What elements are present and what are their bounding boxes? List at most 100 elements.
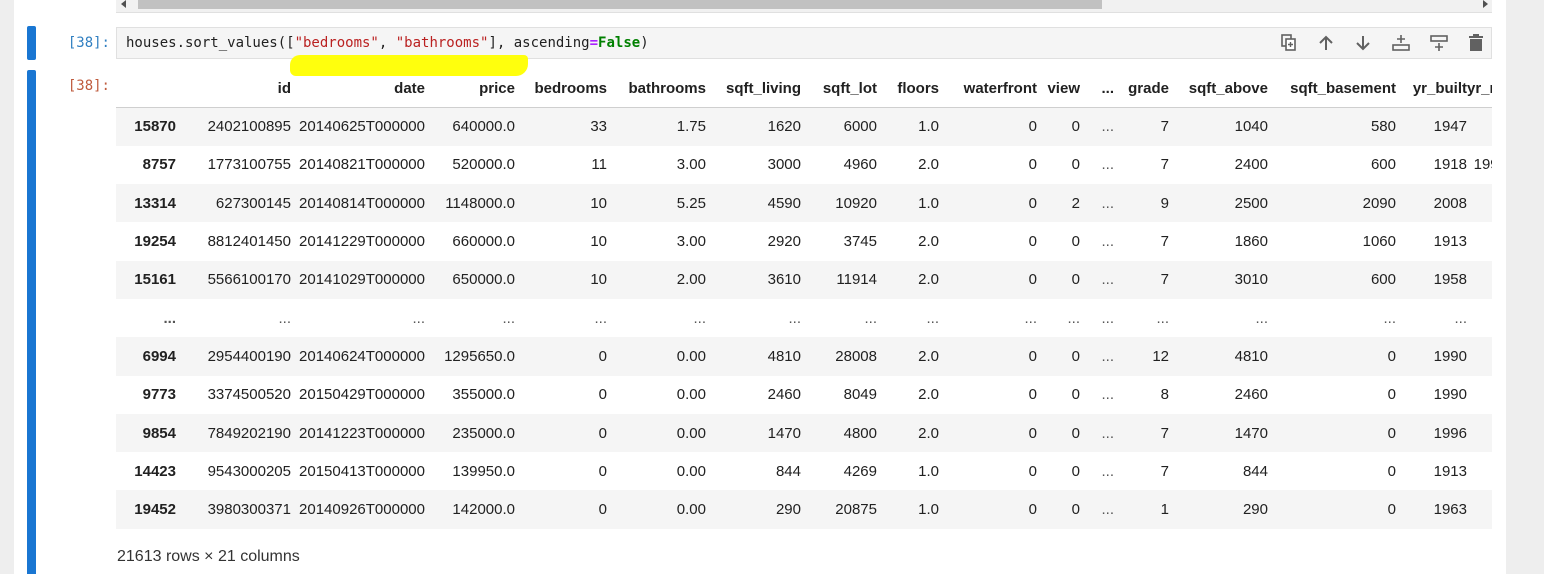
table-cell: 290	[775, 501, 801, 519]
table-cell: ...	[1101, 194, 1114, 212]
dataframe-table: id date price bedrooms bathrooms sqft_living s…	[116, 70, 1493, 529]
table-cell: 2460	[767, 386, 801, 404]
duplicate-icon[interactable]	[1276, 30, 1302, 56]
horizontal-scrollbar[interactable]	[116, 0, 1492, 13]
row-index: ...	[163, 309, 176, 327]
table-cell: 660000.0	[452, 233, 515, 251]
table-cell: 1148000.0	[445, 194, 515, 212]
table-cell: 12	[1152, 347, 1169, 365]
table-cell: ...	[594, 309, 607, 327]
table-cell: 7	[1160, 424, 1169, 442]
table-cell: 10	[590, 233, 607, 251]
table-row: 13314 627300145 20140814T000000 1148000.0 10…	[116, 184, 1493, 223]
move-up-icon[interactable]	[1313, 30, 1339, 56]
table-cell: 2.0	[918, 271, 939, 289]
table-cell: 2.0	[918, 233, 939, 251]
table-cell: 0	[1071, 386, 1080, 404]
table-cell: 0	[1028, 156, 1037, 174]
row-index: 8757	[142, 156, 176, 174]
table-cell: 1.0	[918, 194, 939, 212]
table-cell: 7	[1160, 156, 1169, 174]
table-cell: 1860	[1234, 233, 1268, 251]
table-row: 9854 7849202190 20141223T000000 235000.0 0 0.…	[116, 413, 1493, 453]
code-token: ,	[378, 35, 396, 51]
table-cell: 0	[1071, 118, 1080, 136]
table-cell: ...	[1101, 309, 1114, 327]
table-cell: 7	[1160, 271, 1169, 289]
table-cell: 139950.0	[452, 462, 515, 480]
table-cell: 0	[1028, 194, 1037, 212]
table-cell: ...	[788, 309, 801, 327]
table-cell: 0	[1071, 501, 1080, 519]
table-row: 15870 2402100895 20140625T000000 640000.0 33…	[116, 107, 1493, 146]
code-token: =	[589, 35, 599, 51]
table-cell: 2.0	[918, 347, 939, 365]
table-cell: 2.0	[918, 424, 939, 442]
code-line[interactable]: houses.sort_values(["bedrooms", "bathroo…	[126, 35, 649, 51]
table-cell: ...	[1454, 309, 1467, 327]
delete-icon[interactable]	[1463, 30, 1489, 56]
table-row: 19452 3980300371 20140926T000000 142000.0 0 0…	[116, 490, 1493, 529]
table-cell: ...	[1101, 462, 1114, 480]
table-cell: 0.00	[676, 501, 706, 519]
table-cell: 844	[775, 462, 801, 480]
table-cell: 0	[598, 424, 607, 442]
table-cell: 8812401450	[207, 233, 291, 251]
table-cell: 20141029T000000	[299, 271, 425, 289]
row-index: 19452	[134, 501, 176, 519]
column-header: bathrooms	[607, 70, 706, 108]
table-cell: 5566100170	[207, 271, 291, 289]
scroll-left-arrow-icon[interactable]	[121, 0, 126, 8]
table-cell: 1295650.0	[444, 347, 515, 365]
table-cell: ...	[1024, 309, 1037, 327]
table-row: 14423 9543000205 20150413T000000 139950.0 0 0…	[116, 452, 1493, 490]
table-row: 8757 1773100755 20140821T000000 520000.0 11 3…	[116, 146, 1493, 184]
insert-above-icon[interactable]	[1426, 30, 1452, 56]
code-token: )	[640, 35, 649, 51]
table-cell: 4960	[843, 156, 877, 174]
table-cell: 2.00	[676, 271, 706, 289]
table-cell: 2.0	[918, 156, 939, 174]
table-cell: ...	[278, 309, 291, 327]
code-token: "bathrooms"	[395, 35, 489, 51]
table-cell: 20140624T000000	[299, 347, 425, 365]
table-cell: 142000.0	[452, 501, 515, 519]
table-cell: 0	[1071, 156, 1080, 174]
column-header: floors	[877, 70, 939, 108]
output-collapser[interactable]	[27, 70, 36, 574]
row-index: 15161	[134, 271, 176, 289]
table-cell: 8049	[843, 386, 877, 404]
table-cell: ...	[1255, 309, 1268, 327]
move-down-icon[interactable]	[1350, 30, 1376, 56]
table-cell: 3010	[1234, 271, 1268, 289]
table-cell: 0.00	[676, 462, 706, 480]
table-cell: 2	[1071, 194, 1080, 212]
table-row: 15161 5566100170 20141029T000000 650000.0 10…	[116, 260, 1493, 299]
insert-below-icon[interactable]	[1388, 30, 1414, 56]
table-cell: 20140821T000000	[299, 156, 425, 174]
table-cell: 600	[1370, 156, 1396, 174]
table-cell: 1990	[1433, 386, 1467, 404]
table-cell: 3980300371	[207, 501, 291, 519]
table-row: 6994 2954400190 20140624T000000 1295650.0 0 0…	[116, 337, 1493, 376]
table-cell: 0	[598, 386, 607, 404]
table-cell: 2460	[1234, 386, 1268, 404]
table-cell: 1913	[1433, 462, 1467, 480]
table-cell: 0	[1467, 376, 1493, 414]
table-cell: 8	[1160, 386, 1169, 404]
table-cell: 20141223T000000	[299, 424, 425, 442]
scrollbar-thumb[interactable]	[138, 0, 1102, 9]
table-cell: 235000.0	[452, 424, 515, 442]
table-cell: ...	[1067, 309, 1080, 327]
table-cell: 5.25	[676, 194, 706, 212]
table-cell: 0	[1071, 462, 1080, 480]
table-cell: 7849202190	[207, 424, 291, 442]
table-cell: 2090	[1362, 194, 1396, 212]
table-cell: 20150413T000000	[299, 462, 425, 480]
table-cell: 1620	[767, 118, 801, 136]
input-collapser[interactable]	[27, 26, 36, 60]
scroll-right-arrow-icon[interactable]	[1483, 0, 1488, 8]
table-cell: 11914	[836, 271, 877, 289]
table-cell: 0	[1028, 462, 1037, 480]
table-cell: 20140814T000000	[299, 194, 425, 212]
